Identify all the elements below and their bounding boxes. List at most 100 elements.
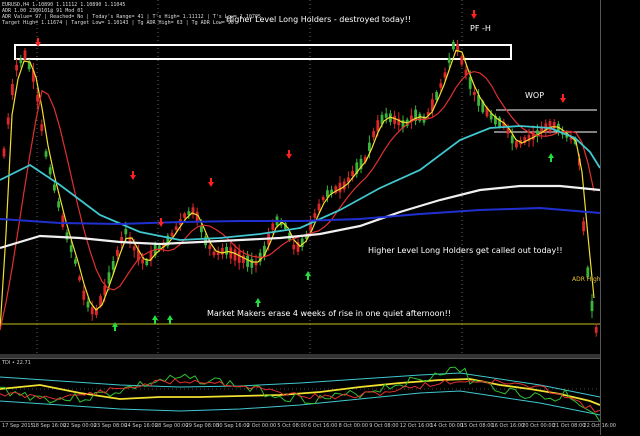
down-arrow-icon [132, 171, 134, 175]
candle-body [23, 50, 27, 60]
candle-body [317, 203, 321, 211]
down-arrow-icon [37, 38, 39, 42]
candle-body [351, 171, 354, 177]
candle-body [19, 59, 23, 64]
down-arrow-icon [158, 222, 164, 227]
date-tick-label: 20 Oct 00:00 [522, 423, 555, 429]
candle-body [225, 246, 228, 255]
candle-body [452, 41, 455, 50]
candle-body [393, 115, 396, 124]
candle-body [200, 226, 203, 233]
up-arrow-icon [257, 303, 259, 307]
candle-body [250, 259, 254, 268]
up-arrow-icon [548, 153, 554, 158]
date-tick-label: 6 Oct 16:00 [308, 423, 338, 429]
indicator-label: TDI • 22.71 [2, 360, 31, 366]
candle-body [221, 248, 224, 255]
candle-body [124, 228, 128, 235]
candle-body [246, 255, 249, 267]
candle-body [590, 300, 594, 312]
date-tick-label: 5 Oct 08:00 [277, 423, 307, 429]
annotation-called-out: Higher Level Long Holders get called out… [368, 246, 563, 255]
down-arrow-icon [210, 178, 212, 182]
down-arrow-icon [286, 154, 292, 159]
price-chart[interactable]: EURUSD,H4 1.10890 1.11112 1.10890 1.1104… [0, 0, 601, 353]
annotation-pf-h: PF -H [470, 24, 491, 33]
candle-body [237, 251, 241, 263]
candle-body [594, 327, 598, 333]
date-tick-label: 28 Sep 00:00 [155, 423, 189, 429]
candle-body [116, 249, 119, 256]
date-tick-label: 8 Oct 00:00 [338, 423, 369, 429]
annotation-adr-high: ADR High [572, 276, 601, 283]
ma-yellow-line [0, 49, 595, 331]
candle-body [292, 244, 296, 250]
candle-body [212, 251, 216, 256]
candle-body [368, 142, 371, 151]
down-arrow-icon [130, 175, 136, 180]
candle-body [582, 221, 585, 232]
indicator-canvas [0, 366, 600, 422]
candle-body [170, 232, 174, 237]
candle-body [271, 223, 275, 230]
candle-body [6, 117, 10, 125]
up-arrow-icon [305, 271, 311, 276]
date-tick-label: 9 Oct 08:00 [369, 423, 399, 429]
target-info: Target High= 1.11674 | Target Low= 1.101… [2, 20, 234, 26]
date-tick-label: 22 Oct 16:00 [583, 423, 616, 429]
date-tick-label: 14 Oct 00:00 [430, 423, 463, 429]
down-arrow-icon [473, 10, 475, 14]
down-arrow-icon [208, 182, 214, 187]
up-arrow-icon [550, 158, 552, 162]
date-tick-label: 2 Oct 00:00 [246, 423, 277, 429]
candle-body [57, 201, 60, 208]
high-level-box [14, 44, 512, 60]
candle-body [2, 148, 6, 157]
candle-body [141, 259, 144, 264]
candle-body [90, 307, 94, 315]
up-arrow-icon [167, 315, 173, 320]
candle-body [439, 83, 443, 88]
up-arrow-icon [154, 320, 156, 324]
annotation-wop: WOP [525, 91, 545, 100]
date-tick-label: 21 Oct 08:00 [552, 423, 586, 429]
indicator-subwindow[interactable]: TDI • 22.71 [0, 358, 600, 422]
date-tick-label: 15 Oct 08:00 [461, 423, 494, 429]
candle-body [82, 290, 86, 300]
date-tick-label: 22 Sep 00:00 [63, 423, 97, 429]
candle-body [552, 121, 556, 129]
candle-body [99, 296, 102, 306]
candle-body [515, 141, 518, 148]
candle-body [443, 72, 447, 78]
candle-body [36, 94, 39, 102]
candle-body [69, 245, 73, 252]
candle-body [174, 226, 178, 230]
up-arrow-icon [169, 320, 171, 324]
date-tick-label: 29 Sep 08:00 [185, 423, 219, 429]
date-tick-label: 16 Oct 16:00 [491, 423, 525, 429]
up-arrow-icon [152, 315, 158, 320]
candle-body [40, 124, 44, 131]
candle-body [473, 91, 476, 96]
date-tick-label: 23 Sep 08:00 [93, 423, 128, 429]
down-arrow-icon [160, 218, 162, 222]
candle-body [53, 184, 56, 191]
annotation-market-makers: Market Makers erase 4 weeks of rise in o… [207, 309, 451, 318]
date-tick-label: 24 Sep 16:00 [124, 423, 158, 429]
annotation-top-title: Higher Level Long Holders - destroyed to… [226, 15, 412, 24]
candle-body [11, 84, 14, 95]
price-axis[interactable] [600, 0, 640, 435]
candle-body [548, 121, 552, 132]
candle-body [233, 249, 237, 261]
candle-body [48, 167, 52, 175]
up-arrow-icon [114, 327, 116, 331]
down-arrow-icon [288, 150, 290, 154]
candle-body [321, 196, 325, 201]
candle-body [313, 213, 317, 218]
price-chart-canvas [0, 0, 600, 353]
candle-body [111, 261, 115, 270]
ma-blue-line [0, 206, 600, 226]
candle-body [61, 215, 65, 227]
up-arrow-icon [307, 276, 309, 280]
candle-body [65, 232, 69, 240]
